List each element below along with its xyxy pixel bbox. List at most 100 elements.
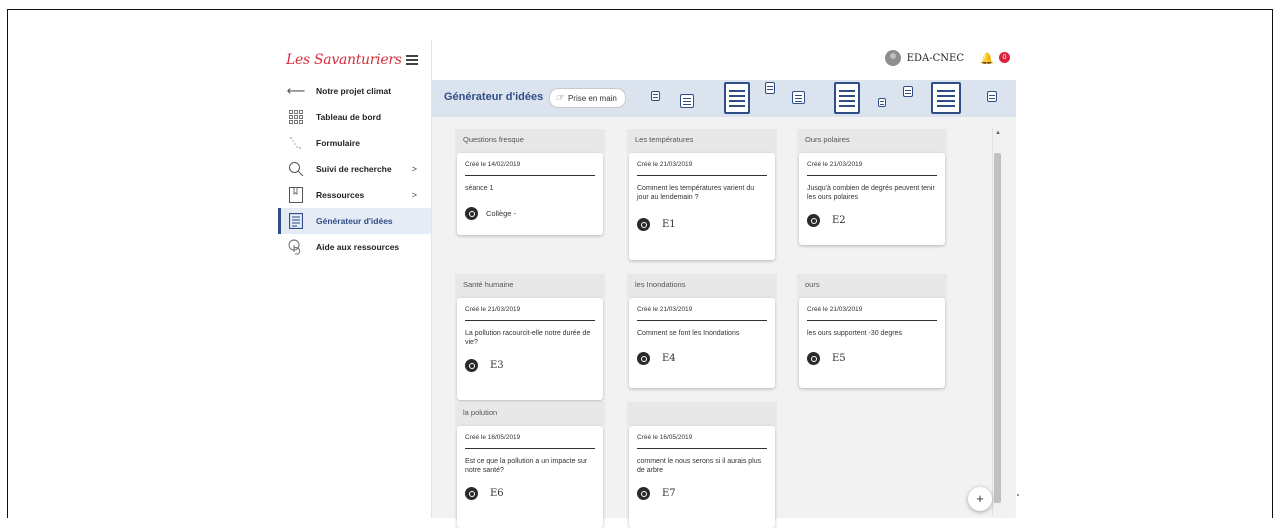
card-label: Collège - <box>486 209 517 218</box>
idea-card[interactable]: ours Créé le 21/03/2019 les ours support… <box>797 274 947 388</box>
card-text: comment le nous serons si il aurais plus… <box>637 458 762 474</box>
card-date: Créé le 21/03/2019 <box>637 161 693 168</box>
card-title: Ours polaires <box>797 129 947 153</box>
document-icon <box>878 98 886 107</box>
card-footer: E5 <box>807 352 937 365</box>
card-body: Créé le 21/03/2019 La pollution racourci… <box>457 298 603 400</box>
avatar <box>884 50 901 66</box>
document-icon <box>765 82 775 94</box>
chevron-right-icon: > <box>411 190 417 200</box>
card-body: Créé le 21/03/2019 Comment les températu… <box>629 153 775 260</box>
card-date: Créé le 21/03/2019 <box>465 306 521 313</box>
card-text: séance 1 <box>465 185 494 192</box>
sidebar-item-ressources[interactable]: Ressources > <box>278 182 431 208</box>
card-divider <box>637 320 767 321</box>
card-body: Créé le 21/03/2019 les ours supportent -… <box>799 298 945 388</box>
eye-icon[interactable] <box>637 352 650 365</box>
add-button[interactable]: + <box>968 487 992 511</box>
card-text: Jusqu'à combien de degrés peuvent tenir … <box>807 185 935 201</box>
card-divider <box>465 320 595 321</box>
card-footer: Collège - <box>465 207 595 220</box>
card-body: Créé le 21/03/2019 Comment se font les I… <box>629 298 775 388</box>
user-name: EDA-CNEC <box>906 52 964 64</box>
card-title <box>627 402 777 426</box>
eye-icon[interactable] <box>465 487 478 500</box>
eye-icon[interactable] <box>637 487 650 500</box>
sidebar-item-formulaire[interactable]: Formulaire <box>278 130 431 156</box>
scrollbar[interactable]: ▲ <box>992 128 1002 516</box>
card-date: Créé le 21/03/2019 <box>807 161 863 168</box>
sidebar-nav: ⟵ Notre projet climat Tableau de bord Fo… <box>278 78 431 260</box>
idea-card[interactable]: Questions fresque Créé le 14/02/2019 séa… <box>455 129 605 235</box>
sidebar-item-generateur-idees[interactable]: Générateur d'idées <box>278 208 431 234</box>
hand-icon <box>286 239 306 255</box>
document-icon <box>834 82 860 114</box>
card-title: Les températures <box>627 129 777 153</box>
card-label: E5 <box>832 353 846 364</box>
bell-icon[interactable]: 🔔 <box>980 52 994 65</box>
eye-icon[interactable] <box>465 207 478 220</box>
card-text: La pollution racourcit-elle notre durée … <box>465 330 591 346</box>
card-label: E2 <box>832 215 846 226</box>
card-text: les ours supportent -30 degres <box>807 330 902 337</box>
sidebar-item-tableau-de-bord[interactable]: Tableau de bord <box>278 104 431 130</box>
chevron-right-icon: > <box>411 164 417 174</box>
book-icon <box>286 187 306 203</box>
card-title: Santé humaine <box>455 274 605 298</box>
idea-card[interactable]: Créé le 16/05/2019 comment le nous seron… <box>627 402 777 528</box>
prise-en-main-button[interactable]: ☞ Prise en main <box>549 88 626 108</box>
document-icon <box>903 86 913 97</box>
card-label: E6 <box>490 488 504 499</box>
card-divider <box>637 175 767 176</box>
eye-icon[interactable] <box>807 352 820 365</box>
sidebar: Les Savanturiers ⟵ Notre projet climat T… <box>278 40 432 518</box>
sidebar-item-aide-aux-ressources[interactable]: Aide aux ressources <box>278 234 431 260</box>
idea-card[interactable]: la polution Créé le 16/05/2019 Est ce qu… <box>455 402 605 528</box>
card-footer: E3 <box>465 359 595 372</box>
scrollbar-thumb[interactable] <box>994 153 1001 503</box>
card-footer: E2 <box>807 214 937 227</box>
card-divider <box>807 320 937 321</box>
scroll-up-icon[interactable]: ▲ <box>995 130 1001 136</box>
sidebar-item-suivi-de-recherche[interactable]: Suivi de recherche > <box>278 156 431 182</box>
document-icon <box>792 91 805 104</box>
card-body: Créé le 14/02/2019 séance 1 Collège - <box>457 153 603 235</box>
eye-icon[interactable] <box>465 359 478 372</box>
card-date: Créé le 21/03/2019 <box>637 306 693 313</box>
document-icon <box>987 91 997 102</box>
sidebar-item-notre-projet[interactable]: ⟵ Notre projet climat <box>278 78 431 104</box>
card-title: la polution <box>455 402 605 426</box>
document-icon <box>724 82 750 114</box>
card-footer: E4 <box>637 352 767 365</box>
card-divider <box>637 448 767 449</box>
card-divider <box>465 175 595 176</box>
card-date: Créé le 14/02/2019 <box>465 161 521 168</box>
logo-row: Les Savanturiers <box>278 50 431 74</box>
idea-card[interactable]: Ours polaires Créé le 21/03/2019 Jusqu'à… <box>797 129 947 245</box>
eye-icon[interactable] <box>807 214 820 227</box>
form-icon <box>286 135 306 151</box>
card-divider <box>807 175 937 176</box>
logo[interactable]: Les Savanturiers <box>286 52 402 68</box>
menu-icon[interactable] <box>406 55 418 67</box>
card-title: ours <box>797 274 947 298</box>
idea-card[interactable]: Les températures Créé le 21/03/2019 Comm… <box>627 129 777 260</box>
card-date: Créé le 16/05/2019 <box>637 434 693 441</box>
grid-icon <box>286 109 306 125</box>
card-text: Comment se font les Inondations <box>637 330 740 337</box>
card-text: Comment les températures varient du jour… <box>637 185 755 201</box>
decorative-dot <box>1017 494 1019 496</box>
idea-card[interactable]: Santé humaine Créé le 21/03/2019 La poll… <box>455 274 605 400</box>
card-date: Créé le 16/05/2019 <box>465 434 521 441</box>
eye-icon[interactable] <box>637 218 650 231</box>
sidebar-item-label: Tableau de bord <box>316 112 382 122</box>
card-body: Créé le 21/03/2019 Jusqu'à combien de de… <box>799 153 945 245</box>
user-menu[interactable]: EDA-CNEC <box>884 50 964 66</box>
card-date: Créé le 21/03/2019 <box>807 306 863 313</box>
top-bar: EDA-CNEC 🔔 0 <box>432 40 1016 80</box>
idea-card[interactable]: les Inondations Créé le 21/03/2019 Comme… <box>627 274 777 388</box>
sidebar-item-label: Ressources <box>316 190 365 200</box>
card-footer: E1 <box>637 218 767 231</box>
notification-badge[interactable]: 0 <box>999 52 1010 63</box>
card-label: E4 <box>662 353 676 364</box>
